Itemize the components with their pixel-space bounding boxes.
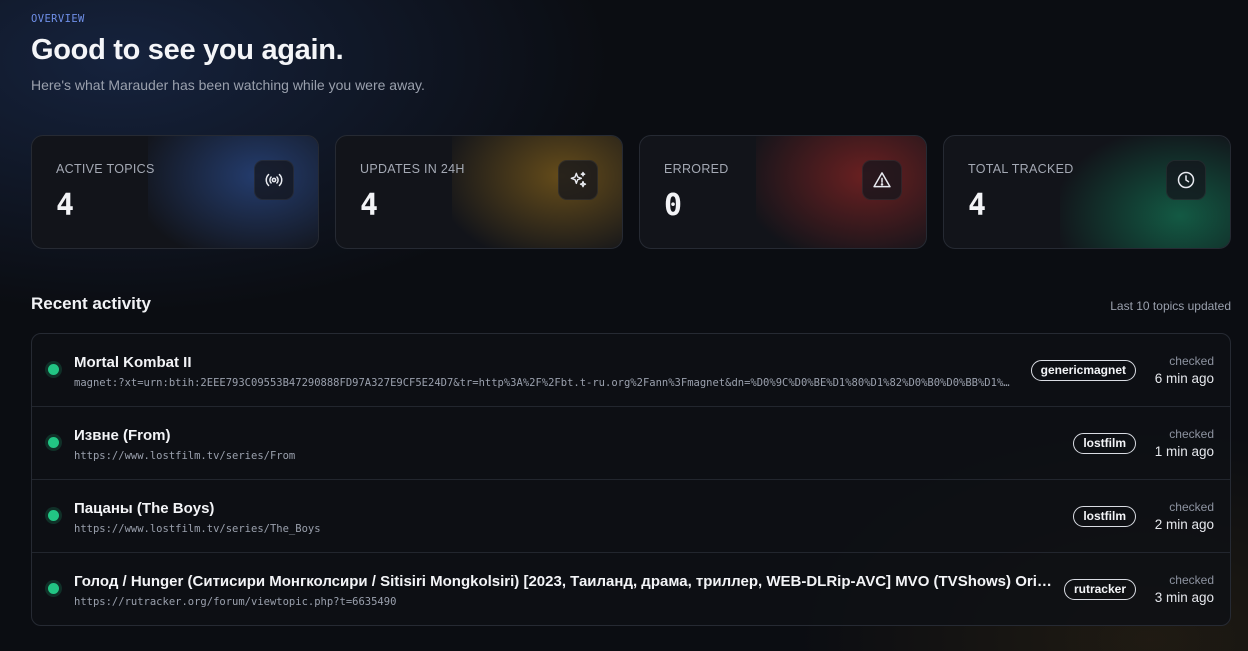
sparkles-icon xyxy=(558,160,598,200)
list-item[interactable]: Mortal Kombat II magnet:?xt=urn:btih:2EE… xyxy=(32,334,1230,407)
stat-card-updates-24h: UPDATES IN 24H 4 xyxy=(335,135,623,249)
stat-label: ERRORED xyxy=(664,162,729,176)
list-item[interactable]: Пацаны (The Boys) https://www.lostfilm.t… xyxy=(32,480,1230,553)
stat-label: UPDATES IN 24H xyxy=(360,162,465,176)
stat-card-active-topics: ACTIVE TOPICS 4 xyxy=(31,135,319,249)
checked-time: 3 min ago xyxy=(1154,590,1214,605)
topic-name[interactable]: Извне (From) xyxy=(74,427,1054,444)
tracker-badge: genericmagnet xyxy=(1030,360,1136,381)
checked-time: 2 min ago xyxy=(1154,517,1214,532)
list-item[interactable]: Извне (From) https://www.lostfilm.tv/ser… xyxy=(32,407,1230,480)
tracker-badge: lostfilm xyxy=(1073,433,1136,454)
topic-url[interactable]: https://www.lostfilm.tv/series/The_Boys xyxy=(74,523,1014,535)
stat-label: ACTIVE TOPICS xyxy=(56,162,155,176)
clock-icon xyxy=(1166,160,1206,200)
tracker-badge: rutracker xyxy=(1063,579,1136,600)
checked-label: checked xyxy=(1169,427,1214,441)
topic-name[interactable]: Голод / Hunger (Ситисири Монгколсири / S… xyxy=(74,573,1054,590)
checked-label: checked xyxy=(1169,573,1214,587)
status-dot xyxy=(48,510,59,521)
recent-activity-title: Recent activity xyxy=(31,294,151,313)
topic-url[interactable]: magnet:?xt=urn:btih:2EEE793C09553B472908… xyxy=(74,377,1014,389)
recent-activity-meta: Last 10 topics updated xyxy=(1110,299,1231,313)
tracker-badge: lostfilm xyxy=(1073,506,1136,527)
checked-label: checked xyxy=(1169,500,1214,514)
stat-value: 4 xyxy=(360,188,379,223)
page-subtitle: Here's what Marauder has been watching w… xyxy=(31,77,425,93)
topic-url[interactable]: https://rutracker.org/forum/viewtopic.ph… xyxy=(74,596,1014,608)
stat-card-total-tracked: TOTAL TRACKED 4 xyxy=(943,135,1231,249)
stat-value: 0 xyxy=(664,188,683,223)
checked-time: 6 min ago xyxy=(1154,371,1214,386)
stats-row: ACTIVE TOPICS 4 UPDATES IN 24H 4 ERRORED… xyxy=(31,135,1231,249)
status-dot xyxy=(48,437,59,448)
checked-label: checked xyxy=(1169,354,1214,368)
recent-activity-list: Mortal Kombat II magnet:?xt=urn:btih:2EE… xyxy=(31,333,1231,626)
list-item[interactable]: Голод / Hunger (Ситисири Монгколсири / S… xyxy=(32,553,1230,625)
topic-name[interactable]: Пацаны (The Boys) xyxy=(74,500,1054,517)
stat-value: 4 xyxy=(56,188,75,223)
broadcast-icon xyxy=(254,160,294,200)
stat-value: 4 xyxy=(968,188,987,223)
warning-icon xyxy=(862,160,902,200)
stat-label: TOTAL TRACKED xyxy=(968,162,1074,176)
page-title: Good to see you again. xyxy=(31,34,344,66)
topic-name[interactable]: Mortal Kombat II xyxy=(74,354,1054,371)
overview-eyebrow: OVERVIEW xyxy=(31,13,85,25)
checked-time: 1 min ago xyxy=(1154,444,1214,459)
status-dot xyxy=(48,583,59,594)
topic-url[interactable]: https://www.lostfilm.tv/series/From xyxy=(74,450,1014,462)
stat-card-errored: ERRORED 0 xyxy=(639,135,927,249)
status-dot xyxy=(48,364,59,375)
